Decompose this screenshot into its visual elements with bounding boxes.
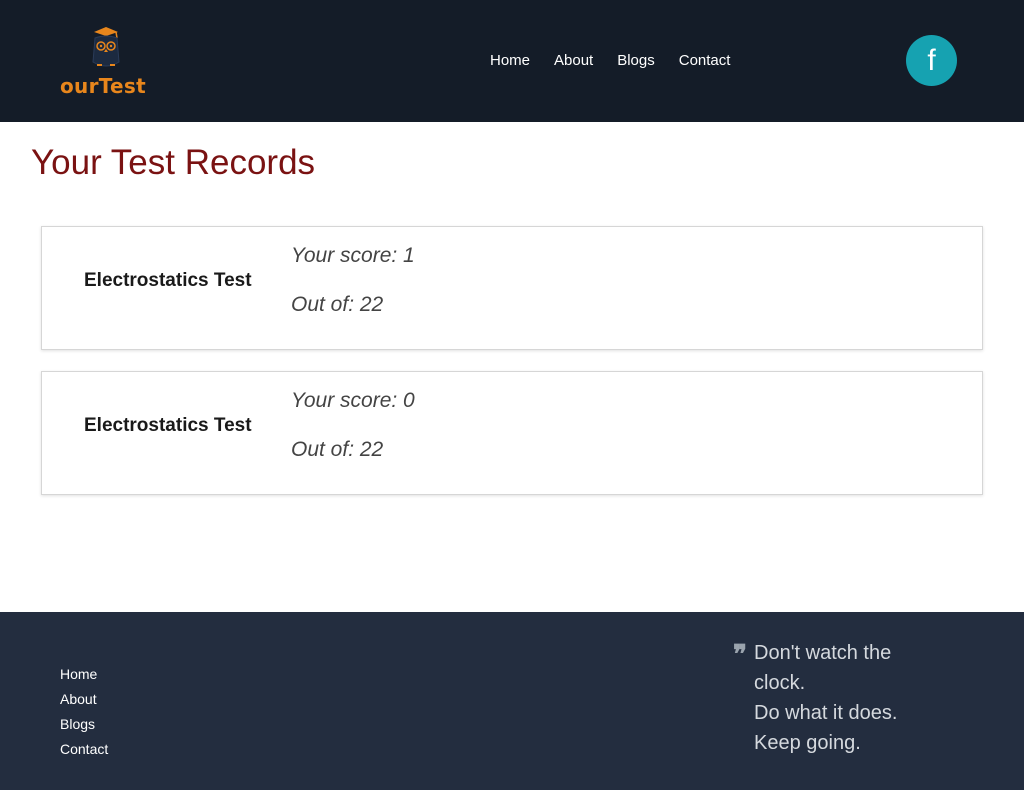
test-score: Your score: 1	[291, 244, 415, 267]
footer-link-about[interactable]: About	[60, 691, 97, 707]
owl-logo-icon	[92, 27, 120, 67]
footer-quote: Don't watch the clock. Do what it does. …	[754, 638, 914, 758]
test-out-of: Out of: 22	[291, 438, 384, 461]
quote-line: Don't watch the	[754, 642, 892, 664]
nav-contact[interactable]: Contact	[667, 50, 743, 72]
facebook-button[interactable]: f	[906, 35, 957, 86]
test-record-card: Electrostatics Test Your score: 1 Out of…	[41, 226, 983, 350]
quote-icon: ❞	[733, 640, 747, 670]
quote-line: clock.	[754, 672, 806, 694]
test-name: Electrostatics Test	[84, 270, 252, 291]
nav-about[interactable]: About	[542, 50, 605, 72]
test-name: Electrostatics Test	[84, 415, 252, 436]
page-title: Your Test Records	[31, 143, 316, 182]
footer-link-home[interactable]: Home	[60, 666, 97, 682]
test-record-card: Electrostatics Test Your score: 0 Out of…	[41, 371, 983, 495]
footer-link-contact[interactable]: Contact	[60, 741, 108, 757]
facebook-icon: f	[927, 43, 936, 77]
site-footer: Home About Blogs Contact ❞ Don't watch t…	[0, 612, 1024, 790]
quote-line: Keep going.	[754, 732, 861, 754]
logo-text: ourTest	[60, 74, 146, 98]
nav-blogs[interactable]: Blogs	[605, 50, 667, 72]
quote-line: Do what it does.	[754, 702, 898, 724]
footer-nav: Home About Blogs Contact	[60, 662, 108, 762]
footer-link-blogs[interactable]: Blogs	[60, 716, 95, 732]
site-header: ourTest Home About Blogs Contact f	[0, 0, 1024, 122]
nav-home[interactable]: Home	[478, 50, 542, 72]
main-nav: Home About Blogs Contact	[478, 50, 742, 72]
test-out-of: Out of: 22	[291, 293, 384, 316]
test-score: Your score: 0	[291, 389, 415, 412]
site-logo[interactable]: ourTest	[60, 24, 152, 100]
